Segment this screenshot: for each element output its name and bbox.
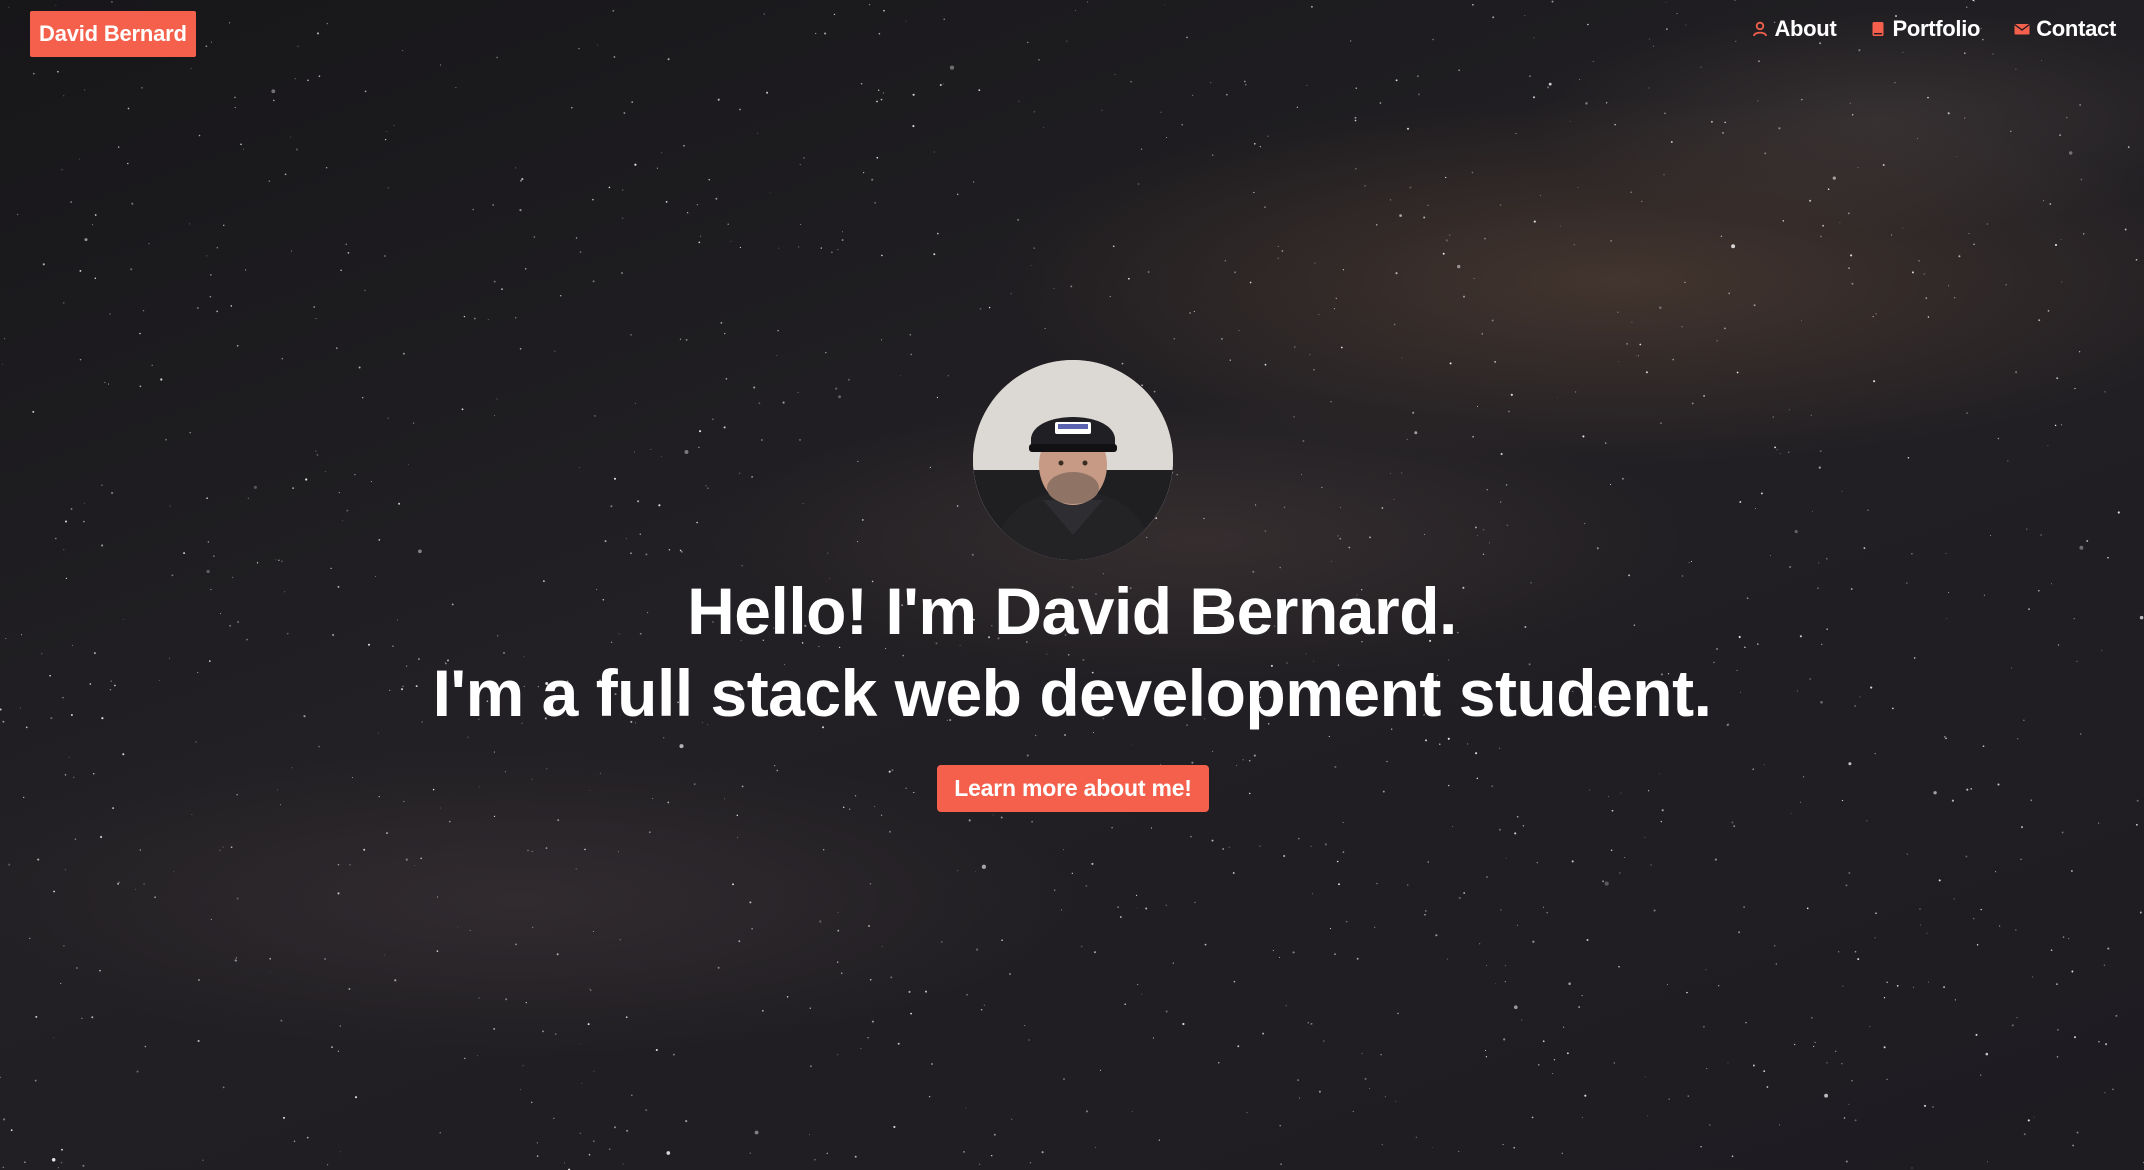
nav-item-label: Contact	[2036, 16, 2116, 41]
hero-greeting: Hello! I'm David Bernard.	[687, 574, 1457, 648]
profile-photo	[973, 360, 1173, 560]
main-nav: About Portfolio Contact	[1752, 16, 2116, 42]
envelope-icon	[2014, 24, 2030, 35]
nav-item-label: About	[1774, 16, 1837, 41]
nav-item-label: Portfolio	[1892, 16, 1981, 41]
user-icon	[1753, 21, 1768, 37]
page-hero-section: David Bernard About Portfolio Contact He…	[0, 0, 2144, 1170]
nav-item-contact[interactable]: Contact	[2014, 16, 2116, 42]
nav-item-portfolio[interactable]: Portfolio	[1870, 16, 1981, 42]
learn-more-button[interactable]: Learn more about me!	[937, 765, 1209, 812]
hero-headline: Hello! I'm David Bernard. I'm a full sta…	[0, 570, 2144, 734]
nav-item-about[interactable]: About	[1752, 16, 1837, 42]
hero-subtitle: I'm a full stack web development student…	[432, 656, 1712, 730]
book-icon	[1872, 22, 1884, 36]
avatar	[973, 360, 1173, 560]
brand-link[interactable]: David Bernard	[30, 11, 196, 57]
